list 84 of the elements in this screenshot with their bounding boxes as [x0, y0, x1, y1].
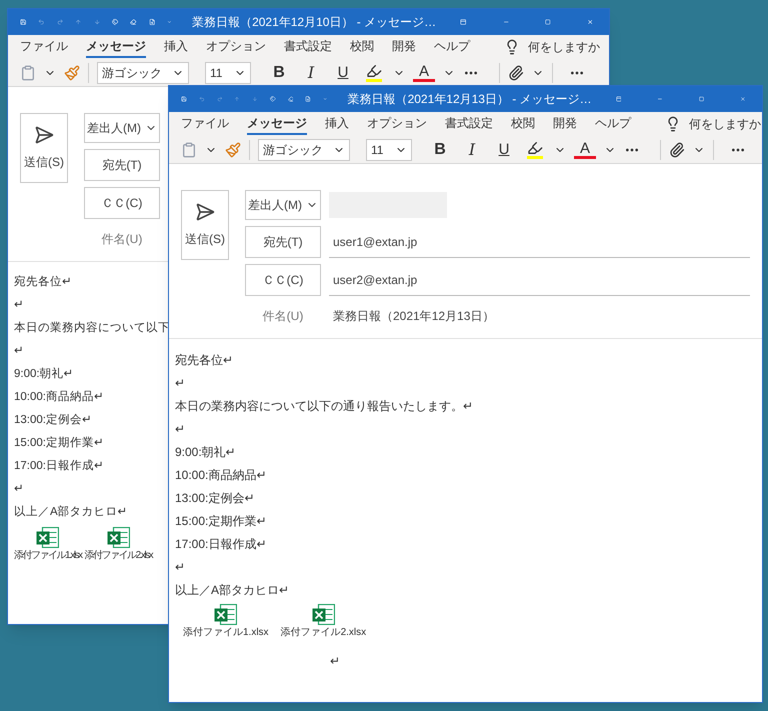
body-text: 17:00:日報作成↵ — [14, 458, 104, 474]
body-text: 15:00:定期作業↵ — [14, 436, 104, 451]
body-text: ↵ — [14, 344, 24, 359]
underline-button[interactable]: U — [492, 140, 516, 160]
ribbon-tab[interactable]: 開発 — [392, 36, 416, 58]
body-text: 17:00:日報作成↵ — [175, 536, 266, 553]
send-button[interactable]: 送信(S) — [181, 190, 229, 260]
ribbon-tab[interactable]: 開発 — [553, 113, 577, 135]
highlight-button[interactable] — [363, 63, 385, 82]
ribbon-tab[interactable]: 校閲 — [511, 113, 535, 135]
spreadsheet-file-icon — [312, 604, 335, 625]
ribbon-tab[interactable]: 書式設定 — [445, 113, 493, 135]
format-painter-icon[interactable] — [64, 64, 80, 80]
bold-button[interactable]: B — [267, 62, 291, 82]
body-text: 宛先各位↵ — [14, 274, 72, 290]
body-text: ↵ — [14, 482, 24, 497]
ribbon-tab[interactable]: 挿入 — [325, 113, 349, 135]
to-field[interactable]: user1@extan.jp — [329, 226, 750, 258]
window-title: 業務日報（2021年12月10日） - メッセージ… — [192, 14, 436, 31]
underline-button[interactable]: U — [331, 62, 355, 82]
font-color-button[interactable]: A — [413, 64, 435, 82]
body-text: 本日の業務内容について以下の通り報告いたします。↵ — [175, 398, 473, 415]
paste-icon[interactable] — [181, 142, 197, 158]
paperclip-icon[interactable] — [669, 142, 685, 158]
body-text: 9:00:朝礼↵ — [14, 366, 74, 382]
to-button[interactable]: 宛先(T) — [245, 226, 321, 258]
from-button[interactable]: 差出人(M) — [245, 190, 321, 220]
subject-field[interactable]: 業務日報（2021年12月13日） — [329, 304, 750, 328]
font-color-button[interactable]: A — [574, 140, 596, 158]
cc-field[interactable]: user2@extan.jp — [329, 264, 750, 296]
cc-button[interactable]: ＣＣ(C) — [245, 264, 321, 296]
ribbon-tab[interactable]: ヘルプ — [595, 113, 631, 135]
body-text: 15:00:定期作業↵ — [175, 513, 266, 530]
ribbon-tab[interactable]: オプション — [206, 36, 266, 58]
ribbon-tab[interactable]: オプション — [367, 113, 427, 135]
attachment-name[interactable]: 添付ファイル2.xlsx — [280, 625, 366, 640]
subject-label: 件名(U) — [262, 308, 304, 325]
body-text: 宛先各位↵ — [175, 352, 233, 369]
italic-button[interactable]: I — [299, 62, 323, 82]
send-icon — [34, 125, 54, 145]
ribbon-tab[interactable]: 挿入 — [164, 36, 188, 58]
ribbon-tab[interactable]: ファイル — [181, 113, 229, 135]
tell-me-text[interactable]: 何をしますか — [689, 115, 761, 133]
font-dropdown[interactable]: 游ゴシック — [258, 138, 350, 160]
bold-button[interactable]: B — [428, 140, 452, 160]
format-painter-icon[interactable] — [225, 142, 241, 158]
body-text: ↵ — [14, 298, 24, 313]
attachment-name[interactable]: 添付ファイル1.xlsx — [183, 625, 269, 640]
spreadsheet-file-icon — [106, 527, 130, 548]
body-text: ↵ — [329, 653, 340, 670]
spreadsheet-file-icon — [214, 604, 238, 625]
body-text: ↵ — [175, 421, 185, 438]
subject-label: 件名(U) — [100, 231, 144, 248]
ribbon-tab[interactable]: 校閲 — [350, 36, 374, 58]
spreadsheet-file-icon — [36, 527, 60, 548]
ribbon-tab[interactable]: 書式設定 — [284, 36, 332, 58]
body-text: 9:00:朝礼↵ — [175, 444, 236, 461]
paste-icon[interactable] — [20, 64, 36, 80]
paperclip-icon[interactable] — [508, 64, 524, 80]
ribbon-tab[interactable]: ヘルプ — [434, 36, 470, 58]
italic-button[interactable]: I — [460, 140, 484, 160]
cc-button[interactable]: ＣＣ(C) — [84, 187, 160, 219]
tell-me-text[interactable]: 何をしますか — [528, 38, 600, 56]
send-button[interactable]: 送信(S) — [20, 113, 68, 183]
window-title: 業務日報（2021年12月13日） - メッセージ… — [348, 91, 592, 108]
body-text: 本日の業務内容について以下 — [14, 320, 170, 336]
from-button[interactable]: 差出人(M) — [84, 113, 160, 143]
body-text: 10:00:商品納品↵ — [14, 389, 104, 405]
body-text: 13:00:定例会↵ — [175, 490, 254, 507]
send-icon — [195, 202, 215, 222]
body-text: 13:00:定例会↵ — [14, 412, 92, 428]
font-size-dropdown[interactable]: 11 — [205, 62, 251, 84]
body-text: 10:00:商品納品↵ — [175, 467, 266, 484]
body-text: 以上／A部タカヒロ↵ — [14, 504, 128, 520]
attachment-name[interactable]: 添付ファイル2.xlsx — [84, 548, 152, 563]
body-text: ↵ — [175, 559, 185, 576]
body-text: ↵ — [175, 375, 185, 392]
highlight-button[interactable] — [524, 140, 546, 159]
body-text: 以上／A部タカヒロ↵ — [175, 582, 290, 599]
to-button[interactable]: 宛先(T) — [84, 149, 160, 181]
font-dropdown[interactable]: 游ゴシック — [97, 62, 189, 84]
ribbon-tab[interactable]: ファイル — [20, 36, 68, 58]
font-size-dropdown[interactable]: 11 — [366, 138, 412, 160]
attachment-name[interactable]: 添付ファイル1.xlsx — [14, 548, 82, 563]
